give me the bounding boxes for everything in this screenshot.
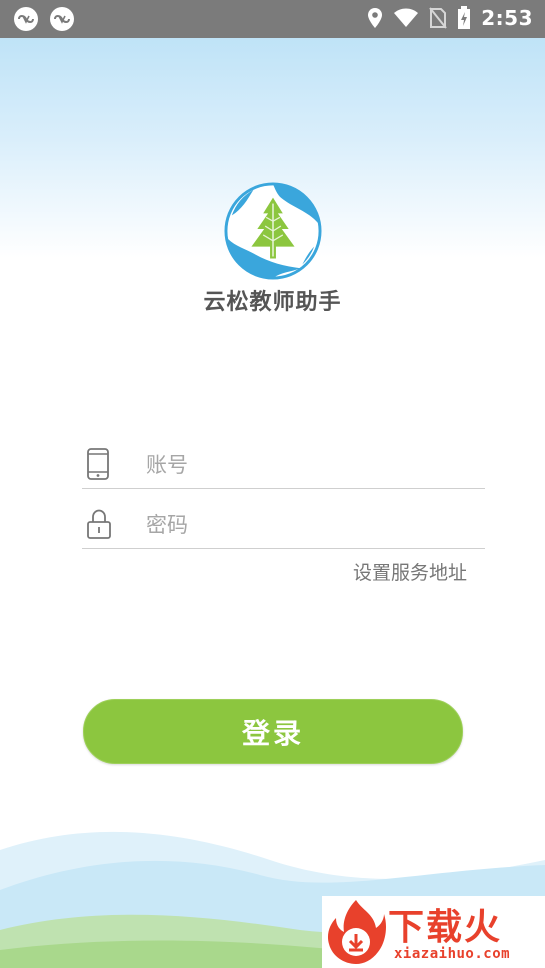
location-icon (368, 8, 383, 28)
watermark-logo (327, 900, 386, 964)
battery-charging-icon (458, 6, 471, 29)
status-bar: 2:53 (0, 0, 545, 38)
phone-icon (87, 448, 109, 480)
login-button[interactable]: 登录 (83, 699, 463, 764)
status-bar-notifications (14, 7, 74, 31)
watermark: 下载火 xiazaihuo.com (322, 896, 545, 968)
app-notification-icon (50, 7, 74, 31)
set-server-address-link[interactable]: 设置服务地址 (353, 558, 467, 585)
watermark-title: 下载火 (388, 907, 503, 948)
watermark-url: xiazaihuo.com (394, 946, 511, 962)
status-bar-system: 2:53 (367, 6, 533, 30)
password-input[interactable] (144, 506, 478, 544)
app-title: 云松教师助手 (203, 290, 342, 315)
lock-icon (87, 509, 111, 539)
account-input[interactable] (144, 446, 478, 484)
account-field-row (82, 442, 485, 489)
app-notification-icon (14, 7, 38, 31)
wifi-icon (394, 8, 419, 27)
password-field-row (82, 502, 485, 549)
status-time: 2:53 (481, 6, 533, 30)
no-sim-icon (429, 7, 448, 29)
app-logo (224, 182, 322, 280)
